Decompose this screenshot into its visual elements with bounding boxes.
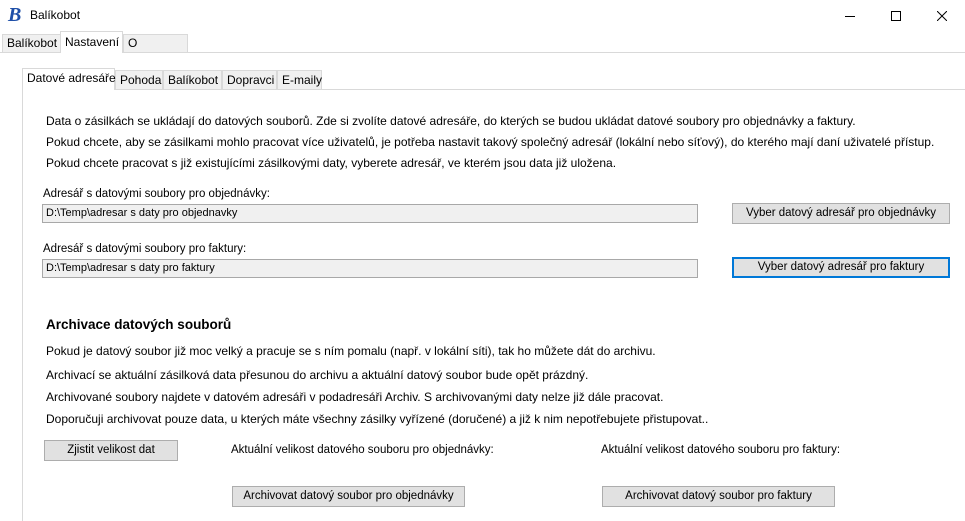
main-tab-strip: Balíkobot Nastavení O programu: [0, 31, 965, 67]
invoices-dir-label: Adresář s datovými soubory pro faktury:: [43, 243, 247, 255]
tab-balikobot[interactable]: Balíkobot: [2, 34, 61, 52]
tab-dopravci[interactable]: Dopravci: [222, 70, 277, 89]
archive-orders-button[interactable]: Archivovat datový soubor pro objednávky: [232, 486, 465, 507]
tab-o-programu[interactable]: O programu: [123, 34, 188, 67]
archive-line-3: Archivované soubory najdete v datovém ad…: [46, 390, 664, 404]
invoices-size-label: Aktuální velikost datového souboru pro f…: [601, 444, 841, 456]
tab-balikobot-settings[interactable]: Balíkobot: [163, 70, 222, 89]
archive-line-4: Doporučuji archivovat pouze data, u kter…: [46, 412, 709, 426]
archive-invoices-button[interactable]: Archivovat datový soubor pro faktury: [602, 486, 835, 507]
orders-size-label: Aktuální velikost datového souboru pro o…: [231, 444, 494, 456]
invoices-dir-field[interactable]: D:\Temp\adresar s daty pro faktury: [42, 259, 698, 278]
intro-line-1: Data o zásilkách se ukládají do datových…: [46, 114, 856, 128]
archive-line-2: Archivací se aktuální zásilková data pře…: [46, 368, 589, 382]
select-invoices-dir-button[interactable]: Vyber datový adresář pro faktury: [732, 257, 950, 278]
minimize-icon: [845, 15, 855, 17]
minimize-button[interactable]: [827, 0, 873, 31]
orders-dir-label: Adresář s datovými soubory pro objednávk…: [43, 188, 270, 200]
tab-pohoda[interactable]: Pohoda: [115, 70, 163, 89]
maximize-icon: [891, 10, 901, 21]
window-title: Balíkobot: [30, 8, 81, 22]
close-icon: [937, 10, 947, 21]
tab-nastaveni[interactable]: Nastavení: [60, 31, 123, 53]
close-button[interactable]: [919, 0, 965, 31]
orders-dir-field[interactable]: D:\Temp\adresar s daty pro objednavky: [42, 204, 698, 223]
archive-heading: Archivace datových souborů: [46, 317, 232, 332]
get-data-size-button[interactable]: Zjistit velikost dat: [44, 440, 178, 461]
intro-line-2: Pokud chcete, aby se zásilkami mohlo pra…: [46, 135, 935, 149]
tab-e-maily[interactable]: E-maily: [277, 70, 322, 89]
tab-datove-adresare[interactable]: Datové adresáře: [22, 68, 116, 90]
select-orders-dir-button[interactable]: Vyber datový adresář pro objednávky: [732, 203, 950, 224]
archive-line-1: Pokud je datový soubor již moc velký a p…: [46, 344, 656, 358]
intro-line-3: Pokud chcete pracovat s již existujícími…: [46, 156, 617, 170]
title-bar: B Balíkobot: [0, 0, 965, 31]
app-logo-icon: B: [8, 4, 22, 26]
maximize-button[interactable]: [873, 0, 919, 31]
